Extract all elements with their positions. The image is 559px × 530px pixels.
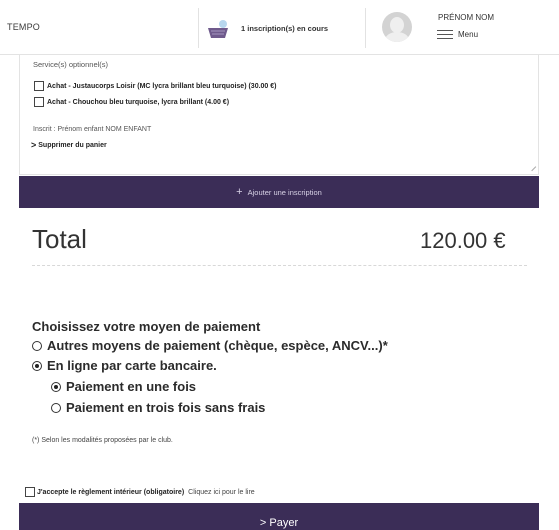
inscrit-info: Inscrit : Prénom enfant NOM ENFANT (33, 126, 152, 133)
plus-icon: + (236, 185, 243, 198)
option-row[interactable]: Achat - Chouchou bleu turquoise, lycra b… (34, 97, 229, 107)
option-checkbox[interactable] (34, 97, 44, 107)
radio-button[interactable] (51, 381, 61, 392)
payment-method-label: Autres moyens de paiement (chèque, espèc… (47, 338, 388, 353)
pay-button[interactable]: > Payer (19, 503, 539, 530)
optional-services-title: Service(s) optionnel(s) (33, 60, 109, 69)
option-row[interactable]: Achat - Justaucorps Loisir (MC lycra bri… (34, 81, 277, 91)
payment-once[interactable]: Paiement en une fois (51, 379, 196, 394)
avatar[interactable] (382, 12, 412, 42)
read-rules-link[interactable]: Cliquez ici pour le lire (188, 489, 255, 496)
basket-count[interactable]: 1 inscription(s) en cours (241, 24, 328, 33)
user-name: PRÉNOM NOM (438, 13, 494, 22)
radio-button[interactable] (32, 340, 42, 351)
pay-label: > Payer (259, 517, 299, 529)
total-amount: 120.00 € (420, 228, 506, 253)
resize-grip-icon[interactable] (527, 162, 537, 172)
radio-button[interactable] (51, 402, 61, 413)
basket-icon[interactable] (206, 19, 230, 41)
add-inscription-button[interactable]: + Ajouter une inscription (19, 176, 539, 208)
payment-note: (*) Selon les modalités proposées par le… (32, 437, 173, 444)
brand-name[interactable]: TEMPO (7, 22, 40, 32)
cart-panel: Service(s) optionnel(s) Achat - Justauco… (19, 55, 539, 175)
accept-checkbox[interactable] (25, 487, 35, 497)
payment-three-times[interactable]: Paiement en trois fois sans frais (51, 400, 265, 415)
radio-button[interactable] (32, 360, 42, 371)
payment-method-label: En ligne par carte bancaire. (47, 358, 217, 373)
header-divider (198, 8, 199, 48)
option-label: Achat - Chouchou bleu turquoise, lycra b… (47, 98, 230, 106)
menu-label: Menu (458, 30, 479, 39)
header-divider (365, 8, 366, 48)
payment-sub-label: Paiement en trois fois sans frais (66, 400, 266, 415)
option-label: Achat - Justaucorps Loisir (MC lycra bri… (47, 82, 277, 90)
hamburger-icon (437, 30, 453, 39)
remove-label: Supprimer du panier (38, 141, 107, 149)
payment-sub-label: Paiement en une fois (66, 379, 197, 394)
chevron-right-icon: > (31, 140, 37, 150)
option-checkbox[interactable] (34, 81, 44, 91)
payment-title: Choisissez votre moyen de paiement (32, 319, 261, 334)
menu-button[interactable]: Menu (437, 30, 478, 39)
total-label: Total (32, 224, 87, 254)
remove-from-cart-link[interactable]: > Supprimer du panier (31, 140, 107, 150)
accept-rules[interactable]: J'accepte le règlement intérieur (obliga… (25, 487, 255, 497)
payment-method-other[interactable]: Autres moyens de paiement (chèque, espèc… (32, 338, 388, 353)
divider (32, 265, 527, 266)
accept-label: J'accepte le règlement intérieur (obliga… (37, 488, 185, 496)
add-inscription-label: Ajouter une inscription (247, 187, 322, 197)
payment-method-card[interactable]: En ligne par carte bancaire. (32, 358, 217, 373)
top-header: TEMPO 1 inscription(s) en cours PRÉNOM N… (0, 0, 559, 55)
